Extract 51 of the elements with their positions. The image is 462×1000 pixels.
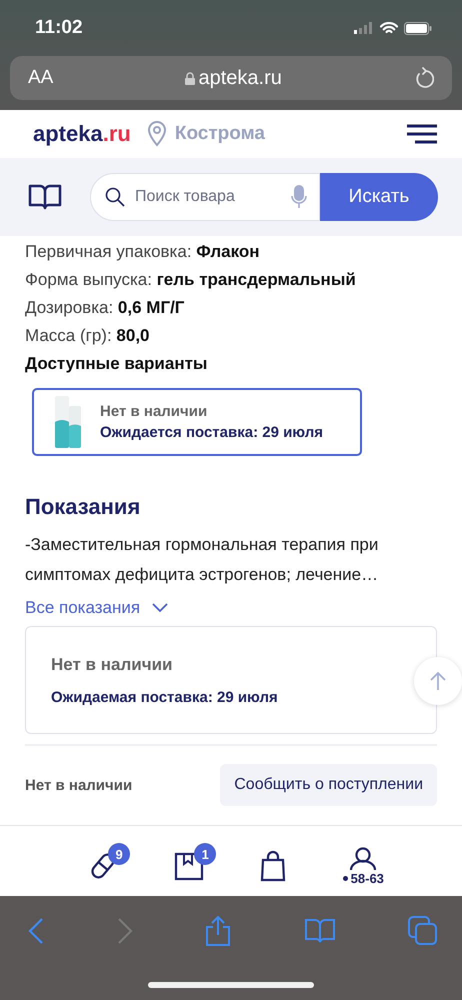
arrow-up-icon xyxy=(430,671,446,691)
status-time: 11:02 xyxy=(35,17,83,39)
wifi-icon xyxy=(380,22,398,34)
search-icon xyxy=(105,187,125,207)
scroll-up-button[interactable] xyxy=(414,657,462,705)
spec-line: Дозировка: 0,6 МГ/Г xyxy=(25,297,186,319)
lock-icon xyxy=(185,72,196,84)
microphone-icon[interactable] xyxy=(291,184,307,210)
nav-button[interactable]: 1 xyxy=(160,841,218,881)
bonus-label: 58-63 xyxy=(350,870,384,886)
product-bottle-icon xyxy=(52,394,84,450)
search-button[interactable]: Искать xyxy=(320,173,438,221)
reload-icon[interactable] xyxy=(414,67,434,89)
shopping-bag-icon xyxy=(260,850,286,882)
nav-button[interactable]: 9 xyxy=(74,841,132,881)
back-icon[interactable] xyxy=(28,918,44,944)
spec-line: Форма выпуска: гель трансдермальный xyxy=(25,269,357,291)
box-icon xyxy=(174,851,204,881)
url-text: apteka.ru xyxy=(198,66,282,90)
variants-title: Доступные варианты xyxy=(25,354,208,374)
stock-status: Нет в наличии xyxy=(51,654,174,674)
spec-line: Масса (гр): 80,0 xyxy=(25,325,151,347)
notify-button[interactable]: Сообщить о поступлении xyxy=(220,764,437,806)
text-size-button[interactable]: AA xyxy=(28,67,54,89)
search-field[interactable]: Поиск товара xyxy=(90,173,320,221)
address-bar[interactable]: AA apteka.ru xyxy=(10,56,452,100)
user-icon xyxy=(349,846,378,870)
location-pin-icon[interactable] xyxy=(146,121,167,147)
tabs-icon[interactable] xyxy=(408,916,438,946)
menu-icon[interactable] xyxy=(406,124,438,144)
count-badge: 1 xyxy=(194,843,216,865)
chevron-down-icon xyxy=(152,603,168,613)
indications-text: -Заместительная гормональная терапия при симптомах дефицита эстрогенов; лечение… xyxy=(25,534,380,586)
share-icon[interactable] xyxy=(205,916,231,946)
signal-icon xyxy=(354,22,374,34)
site-logo[interactable]: apteka.ru xyxy=(33,121,131,147)
stock-status: Нет в наличии xyxy=(100,403,208,420)
stock-status: Нет в наличии xyxy=(25,776,132,794)
count-badge: 9 xyxy=(108,843,130,865)
spec-line: Первичная упаковка: Флакон xyxy=(25,241,261,263)
catalog-book-icon[interactable] xyxy=(28,184,62,210)
nav-button[interactable]: 58-63 xyxy=(328,836,398,886)
all-indications-link[interactable]: Все показания xyxy=(25,598,168,618)
delivery-date: Ожидаемая поставка: 29 июля xyxy=(51,688,279,706)
dot-icon xyxy=(342,876,348,880)
delivery-date: Ожидается поставка: 29 июля xyxy=(100,424,324,441)
bookmarks-icon[interactable] xyxy=(304,918,336,944)
forward-icon[interactable] xyxy=(116,918,132,944)
battery-icon xyxy=(404,22,432,34)
variant-card[interactable]: Нет в наличии Ожидается поставка: 29 июля xyxy=(32,388,362,456)
section-title: Показания xyxy=(25,494,142,520)
